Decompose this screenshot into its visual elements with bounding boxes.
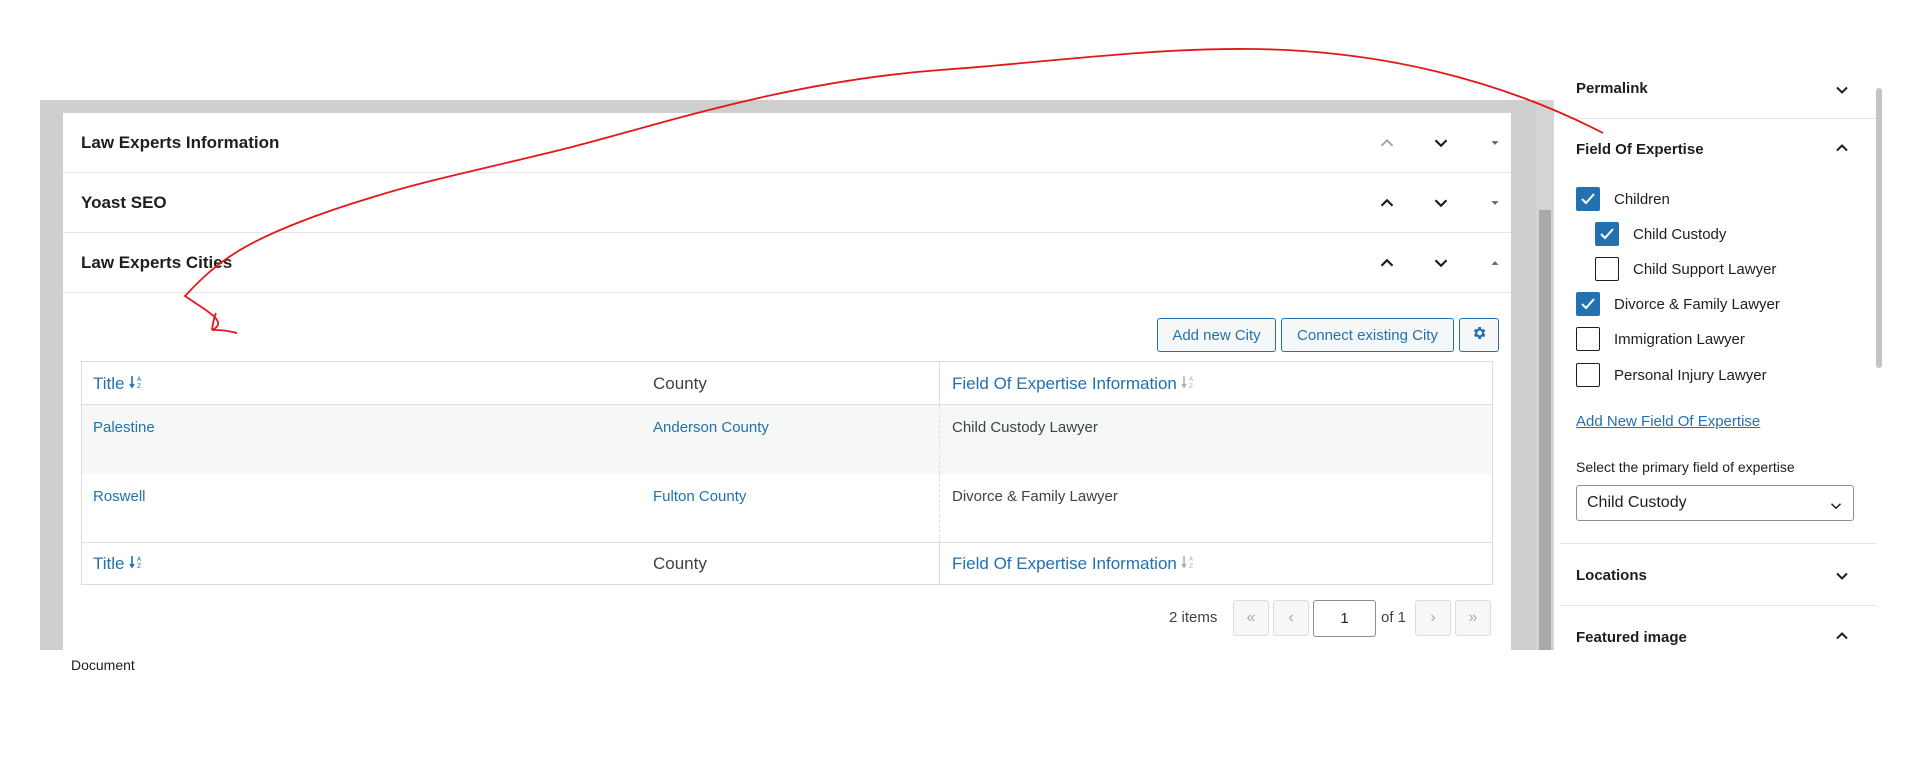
column-divider xyxy=(939,474,940,543)
table-row: Roswell Fulton County Divorce & Family L… xyxy=(82,474,1492,543)
checkbox-label: Immigration Lawyer xyxy=(1614,331,1745,348)
checkbox-label: Divorce & Family Lawyer xyxy=(1614,296,1780,313)
checkbox-children[interactable] xyxy=(1576,187,1600,211)
total-pages: of 1 xyxy=(1381,609,1407,626)
column-divider xyxy=(939,543,940,585)
checkbox-divorce-family-lawyer[interactable] xyxy=(1576,292,1600,316)
checkmark-icon xyxy=(1581,193,1595,205)
permalink-panel-title[interactable]: Permalink xyxy=(1576,80,1648,97)
divider xyxy=(1560,605,1876,606)
select-value: Child Custody xyxy=(1587,494,1687,511)
toggle-panel-icon[interactable] xyxy=(1481,249,1509,277)
divider xyxy=(1560,118,1876,119)
locations-panel-title[interactable]: Locations xyxy=(1576,567,1647,584)
chevron-down-icon xyxy=(1827,494,1845,528)
move-down-icon[interactable] xyxy=(1427,249,1455,277)
column-header-expertise[interactable]: Field Of Expertise Information A Z xyxy=(952,374,1197,395)
svg-text:A: A xyxy=(137,376,142,383)
title-sort-link[interactable]: Title xyxy=(93,554,125,573)
svg-text:A: A xyxy=(137,556,142,563)
primary-field-select[interactable]: Child Custody xyxy=(1576,485,1854,521)
panel-law-experts-cities[interactable]: Law Experts Cities xyxy=(63,233,1511,293)
column-footer-expertise[interactable]: Field Of Expertise Information A Z xyxy=(952,554,1197,575)
move-up-icon[interactable] xyxy=(1373,129,1401,157)
checkbox-immigration-lawyer[interactable] xyxy=(1576,327,1600,351)
svg-text:Z: Z xyxy=(1189,383,1193,390)
svg-text:Z: Z xyxy=(137,563,141,570)
prev-page-button[interactable]: ‹ xyxy=(1273,600,1309,636)
panel-yoast-seo[interactable]: Yoast SEO xyxy=(63,173,1511,233)
expertise-sort-link[interactable]: Field Of Expertise Information xyxy=(952,374,1177,393)
checkbox-label: Children xyxy=(1614,191,1670,208)
row-expertise: Divorce & Family Lawyer xyxy=(952,488,1118,505)
title-sort-link[interactable]: Title xyxy=(93,374,125,393)
checkbox-label: Child Support Lawyer xyxy=(1633,261,1777,278)
items-count: 2 items xyxy=(1169,609,1218,626)
expertise-sort-link[interactable]: Field Of Expertise Information xyxy=(952,554,1177,573)
gear-icon xyxy=(1471,325,1487,345)
editor-scrollbar-thumb[interactable] xyxy=(1539,210,1551,650)
table-header-row: Title A Z County Field Of Expertise Inform… xyxy=(82,362,1492,405)
column-header-county: County xyxy=(653,374,707,393)
sort-icon[interactable]: AZ xyxy=(1181,374,1197,395)
chevron-down-icon[interactable] xyxy=(1832,80,1852,100)
panel-title: Yoast SEO xyxy=(81,193,167,212)
row-county-link[interactable]: Anderson County xyxy=(653,419,769,436)
divider xyxy=(1560,543,1876,544)
svg-text:A: A xyxy=(1189,376,1194,383)
first-page-button[interactable]: « xyxy=(1233,600,1269,636)
field-of-expertise-title[interactable]: Field Of Expertise xyxy=(1576,141,1704,158)
column-header-title[interactable]: Title A Z xyxy=(93,374,145,395)
checkbox-personal-injury-lawyer[interactable] xyxy=(1576,363,1600,387)
current-page-input[interactable]: 1 xyxy=(1313,600,1376,637)
chevron-down-icon[interactable] xyxy=(1832,566,1852,586)
document-breadcrumb[interactable]: Document xyxy=(71,657,135,673)
column-footer-county: County xyxy=(653,554,707,573)
svg-text:Z: Z xyxy=(137,383,141,390)
last-page-button[interactable]: » xyxy=(1455,600,1491,636)
next-page-button[interactable]: › xyxy=(1415,600,1451,636)
checkbox-child-custody[interactable] xyxy=(1595,222,1619,246)
panel-title: Law Experts Cities xyxy=(81,253,233,272)
svg-text:A: A xyxy=(1189,556,1194,563)
checkbox-label: Child Custody xyxy=(1633,226,1727,243)
checkmark-icon xyxy=(1600,228,1614,240)
chevron-up-icon[interactable] xyxy=(1832,138,1852,158)
panel-law-experts-information[interactable]: Law Experts Information xyxy=(63,113,1511,173)
chevron-up-icon[interactable] xyxy=(1832,626,1852,646)
row-title-link[interactable]: Roswell xyxy=(93,488,146,505)
table-row: Palestine Anderson County Child Custody … xyxy=(82,405,1492,474)
checkmark-icon xyxy=(1581,298,1595,310)
sort-icon[interactable]: AZ xyxy=(128,554,145,575)
panel-title: Law Experts Information xyxy=(81,133,280,152)
sort-icon[interactable]: AZ xyxy=(128,374,145,395)
move-down-icon[interactable] xyxy=(1427,129,1455,157)
svg-text:Z: Z xyxy=(1189,563,1193,570)
column-footer-title[interactable]: Title A Z xyxy=(93,554,145,575)
checkbox-label: Personal Injury Lawyer xyxy=(1614,367,1767,384)
primary-field-label: Select the primary field of expertise xyxy=(1576,459,1795,475)
sort-icon[interactable]: AZ xyxy=(1181,554,1197,575)
column-divider xyxy=(939,405,940,474)
toggle-panel-icon[interactable] xyxy=(1481,189,1509,217)
settings-button[interactable] xyxy=(1459,318,1499,352)
add-new-city-button[interactable]: Add new City xyxy=(1157,318,1276,352)
connect-existing-city-button[interactable]: Connect existing City xyxy=(1281,318,1454,352)
row-title-link[interactable]: Palestine xyxy=(93,419,155,436)
move-down-icon[interactable] xyxy=(1427,189,1455,217)
row-county-link[interactable]: Fulton County xyxy=(653,488,746,505)
move-up-icon[interactable] xyxy=(1373,189,1401,217)
featured-image-panel-title[interactable]: Featured image xyxy=(1576,629,1687,646)
toggle-panel-icon[interactable] xyxy=(1481,129,1509,157)
cities-table: Title A Z County Field Of Expertise Inform… xyxy=(81,361,1493,585)
add-new-field-link[interactable]: Add New Field Of Expertise xyxy=(1576,413,1760,430)
table-footer-row: Title A Z County Field Of Expertise Inform… xyxy=(82,543,1492,585)
sidebar-scrollbar[interactable] xyxy=(1876,88,1882,368)
column-divider xyxy=(939,362,940,405)
checkbox-child-support-lawyer[interactable] xyxy=(1595,257,1619,281)
row-expertise: Child Custody Lawyer xyxy=(952,419,1098,436)
move-up-icon[interactable] xyxy=(1373,249,1401,277)
